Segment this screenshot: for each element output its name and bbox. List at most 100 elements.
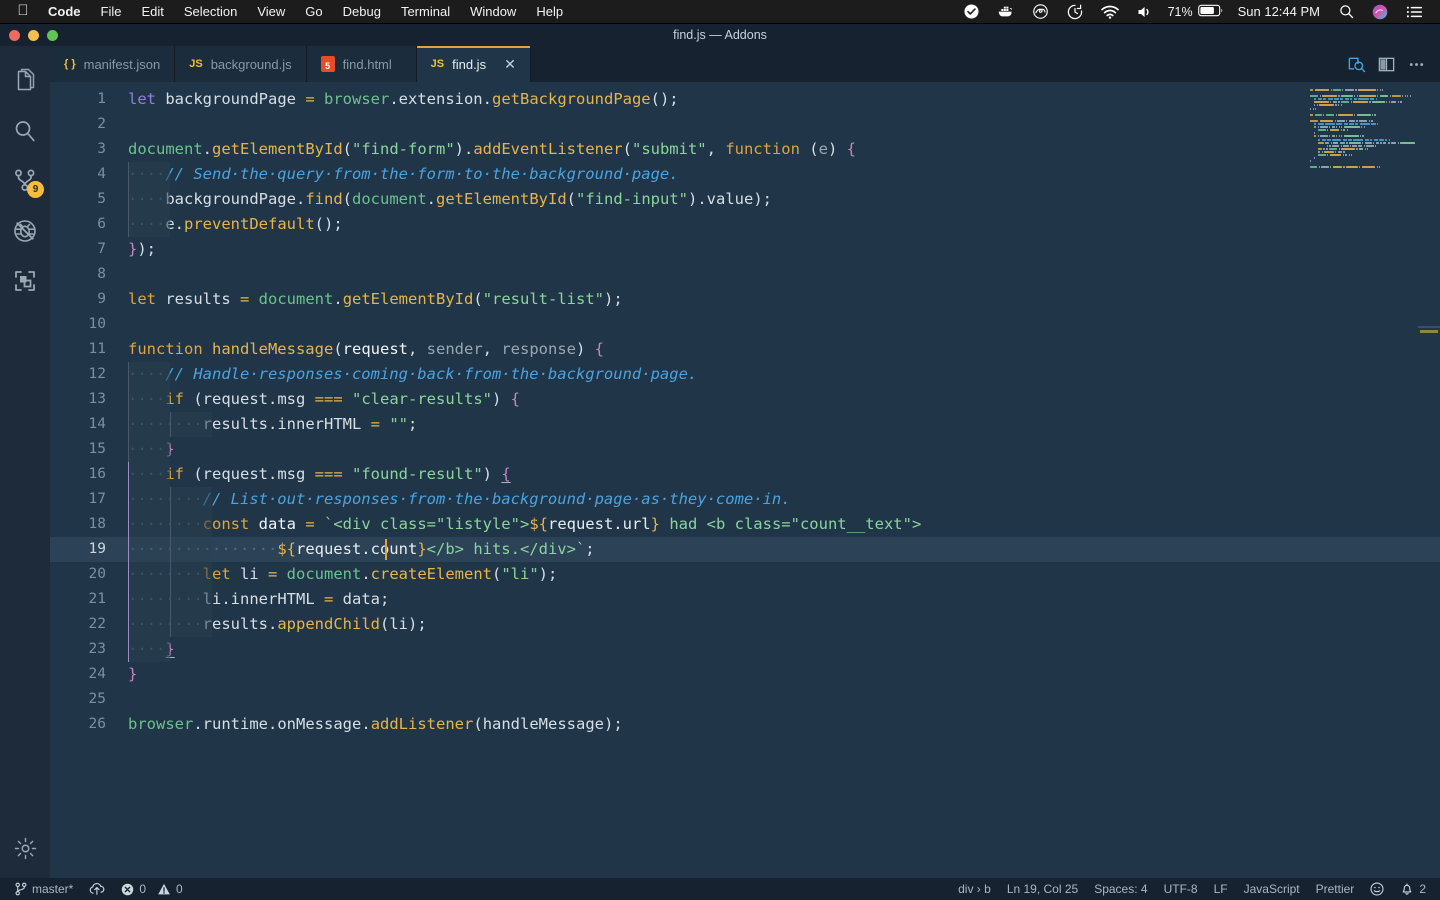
bell-icon [1400,882,1414,896]
code-line[interactable]: 5····backgroundPage.find(document.getEle… [50,187,1440,212]
creative-cloud-icon[interactable] [1023,4,1058,19]
menu-item-selection[interactable]: Selection [174,4,247,19]
checkmark-circle-icon[interactable] [955,4,988,19]
code-line[interactable]: 26 browser.runtime.onMessage.addListener(… [50,712,1440,737]
status-encoding[interactable]: UTF-8 [1156,882,1206,896]
tab-find-html[interactable]: 5 find.html [306,46,417,82]
tab-find-js[interactable]: JS find.js ✕ [416,46,531,82]
notification-center-icon[interactable] [1397,5,1432,19]
maximize-button[interactable] [47,30,58,41]
code-line[interactable]: 23····} [50,637,1440,662]
sidebar-item-debug[interactable] [0,206,50,256]
code-line[interactable]: 25 [50,687,1440,712]
menubar-clock[interactable]: Sun 12:44 PM [1228,4,1330,19]
code-line[interactable]: 13····if (request.msg === "clear-results… [50,387,1440,412]
ellipsis-icon[interactable] [1402,50,1430,78]
sidebar-item-source-control[interactable]: 9 [0,156,50,206]
code-line[interactable]: 12····// Handle·responses·coming·back·fr… [50,362,1440,387]
menu-item-help[interactable]: Help [526,4,573,19]
code-line[interactable]: 7}); [50,237,1440,262]
code-editor[interactable]: 1 let backgroundPage = browser.extension.… [50,82,1440,878]
debug-icon [12,218,38,244]
status-sync[interactable] [81,882,113,896]
docker-icon[interactable] [988,4,1023,19]
code-line[interactable]: 17········// List·out·responses·from·the… [50,487,1440,512]
spotlight-search-icon[interactable] [1330,4,1363,19]
code-line[interactable]: 3 document.getElementById("find-form").ad… [50,137,1440,162]
code-line[interactable]: 24} [50,662,1440,687]
warning-icon [157,883,171,896]
manage-settings-button[interactable] [0,828,50,878]
line-number: 7 [97,241,106,257]
line-number: 5 [97,191,106,207]
files-icon [12,68,38,94]
status-breadcrumb-selector[interactable]: div › b [950,882,999,896]
volume-icon[interactable] [1128,5,1162,19]
html5-icon: 5 [320,56,335,72]
status-cursor-position[interactable]: Ln 19, Col 25 [999,882,1086,896]
code-line[interactable]: 6····e.preventDefault(); [50,212,1440,237]
apple-icon[interactable]:  [8,3,38,20]
status-feedback[interactable] [1362,882,1392,896]
gear-icon [13,836,38,861]
battery-percent-label: 71% [1167,4,1193,19]
code-line[interactable]: 11 function handleMessage(request, sender… [50,337,1440,362]
line-number: 3 [97,141,106,157]
code-line[interactable]: 16····if (request.msg === "found-result"… [50,462,1440,487]
editor-tabs-bar: { } manifest.json JS background.js 5 fin… [50,46,1440,82]
sync-cloud-icon [89,882,105,896]
menu-item-window[interactable]: Window [460,4,526,19]
line-number: 17 [88,491,106,507]
sidebar-item-extensions[interactable] [0,256,50,306]
menu-item-go[interactable]: Go [295,4,332,19]
battery-status[interactable]: 71% [1162,4,1228,20]
code-line[interactable]: 10 [50,312,1440,337]
sidebar-item-explorer[interactable] [0,56,50,106]
code-line[interactable]: 21········li.innerHTML = data; [50,587,1440,612]
menu-item-code[interactable]: Code [38,4,91,19]
line-number: 15 [88,441,106,457]
extensions-icon [13,269,37,293]
line-number: 25 [88,691,106,707]
status-formatter[interactable]: Prettier [1308,882,1363,896]
code-line-active[interactable]: 19 ················ ${request.count}</b> h… [50,537,1440,562]
editor-scrollbar[interactable] [1418,82,1440,878]
code-line[interactable]: 15····} [50,437,1440,462]
wifi-icon[interactable] [1092,5,1128,19]
code-line[interactable]: 20········let li = document.createElemen… [50,562,1440,587]
tab-manifest-json[interactable]: { } manifest.json [50,46,176,82]
code-line[interactable]: 9 let results = document.getElementById("… [50,287,1440,312]
minimize-button[interactable] [28,30,39,41]
status-eol[interactable]: LF [1206,882,1236,896]
tab-background-js[interactable]: JS background.js [175,46,307,82]
status-indentation[interactable]: Spaces: 4 [1086,882,1155,896]
status-branch[interactable]: master* [6,882,81,896]
code-line[interactable]: 14········results.innerHTML = ""; [50,412,1440,437]
menu-item-terminal[interactable]: Terminal [391,4,460,19]
line-number: 24 [88,666,106,682]
code-line[interactable]: 18········const data = `<div class="list… [50,512,1440,537]
status-notifications[interactable]: 2 [1392,882,1434,896]
menu-item-file[interactable]: File [91,4,132,19]
code-line[interactable]: 1 let backgroundPage = browser.extension.… [50,87,1440,112]
window-traffic-lights[interactable] [9,30,58,41]
tab-label: find.html [342,56,392,72]
time-machine-icon[interactable] [1058,4,1092,20]
split-editor-icon[interactable] [1372,50,1400,78]
status-problems[interactable]: 0 0 [113,882,190,896]
code-line[interactable]: 4····// Send·the·query·from·the·form·to·… [50,162,1440,187]
source-control-icon [14,882,27,896]
menu-item-edit[interactable]: Edit [131,4,173,19]
preview-icon[interactable] [1342,50,1370,78]
menu-item-debug[interactable]: Debug [333,4,391,19]
code-line[interactable]: 8 [50,262,1440,287]
siri-icon[interactable] [1363,4,1397,20]
sidebar-item-search[interactable] [0,106,50,156]
status-language-mode[interactable]: JavaScript [1236,882,1308,896]
close-icon[interactable]: ✕ [504,57,516,71]
code-line[interactable]: 22········results.appendChild(li); [50,612,1440,637]
code-line[interactable]: 2 [50,112,1440,137]
menu-item-view[interactable]: View [247,4,295,19]
minimap[interactable] [1308,82,1418,878]
close-button[interactable] [9,30,20,41]
